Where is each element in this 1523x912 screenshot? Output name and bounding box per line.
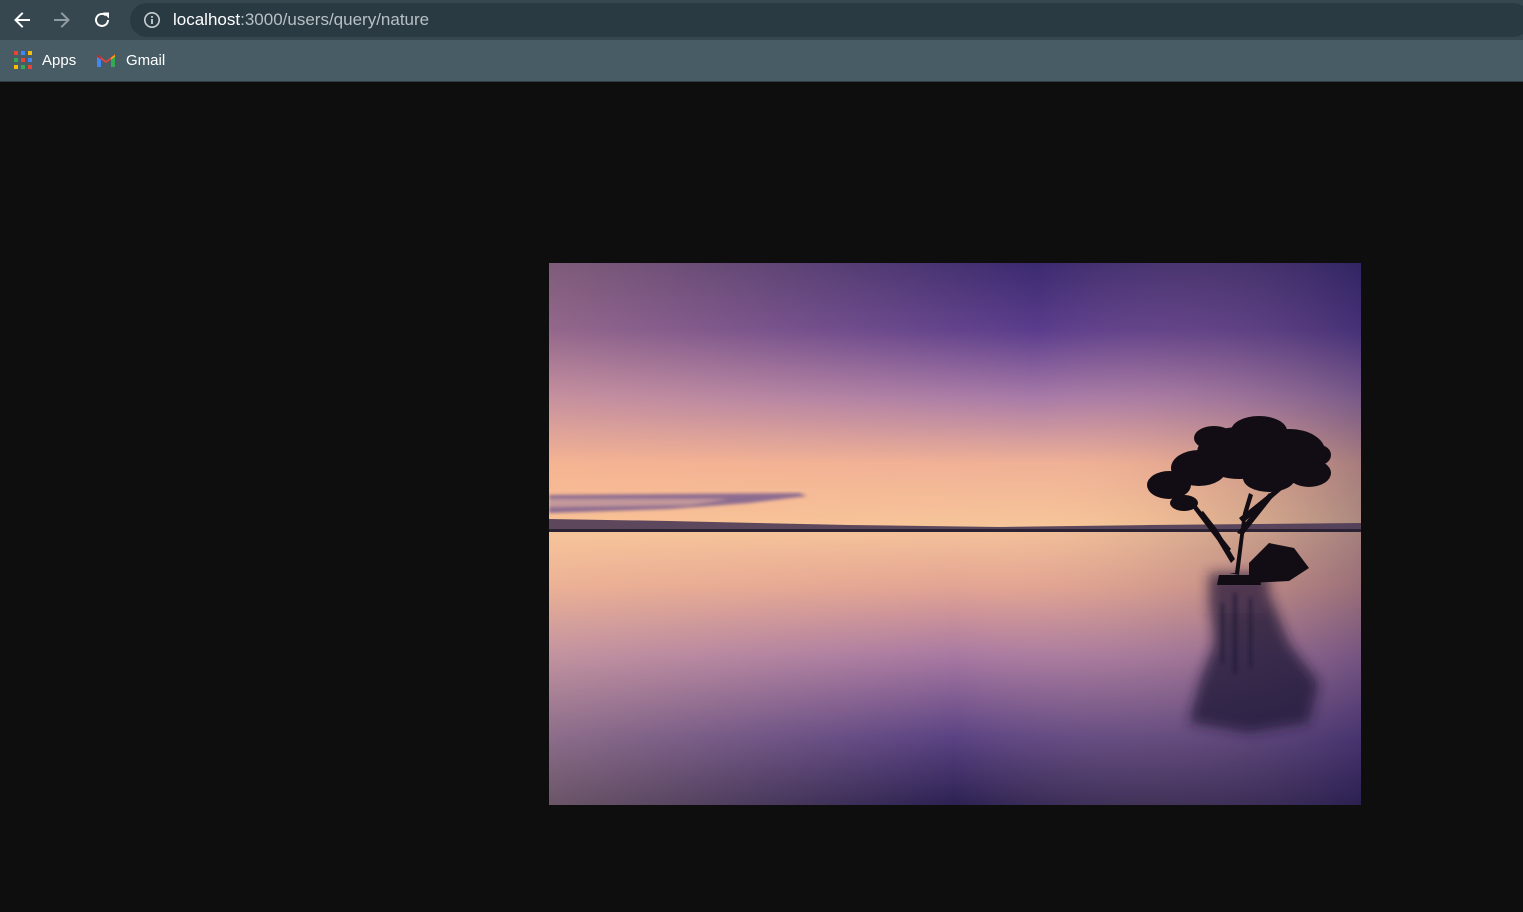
bookmark-apps[interactable]: Apps: [14, 49, 76, 71]
browser-chrome: localhost:3000/users/query/nature Apps G…: [0, 0, 1523, 82]
address-bar[interactable]: localhost:3000/users/query/nature: [130, 3, 1523, 37]
nature-image: [549, 263, 1361, 805]
apps-grid-icon: [14, 51, 32, 69]
page-content: [0, 82, 1523, 912]
reload-icon: [95, 12, 109, 27]
url-host: localhost: [173, 10, 241, 29]
bookmark-gmail-label: Gmail: [126, 51, 166, 69]
bookmark-apps-label: Apps: [42, 51, 77, 69]
info-icon[interactable]: [143, 11, 161, 29]
reload-button[interactable]: [86, 4, 118, 36]
back-arrow-icon: [14, 12, 30, 28]
url-path: :3000/users/query/nature: [240, 10, 430, 29]
forward-button[interactable]: [46, 4, 78, 36]
back-button[interactable]: [6, 4, 38, 36]
address-url[interactable]: localhost:3000/users/query/nature: [173, 11, 429, 29]
bookmark-gmail[interactable]: Gmail: [96, 49, 165, 71]
bookmarks-bar: Apps Gmail: [0, 40, 1523, 82]
forward-arrow-icon: [54, 12, 70, 28]
gmail-icon: [97, 54, 115, 67]
browser-toolbar: localhost:3000/users/query/nature: [0, 0, 1523, 40]
